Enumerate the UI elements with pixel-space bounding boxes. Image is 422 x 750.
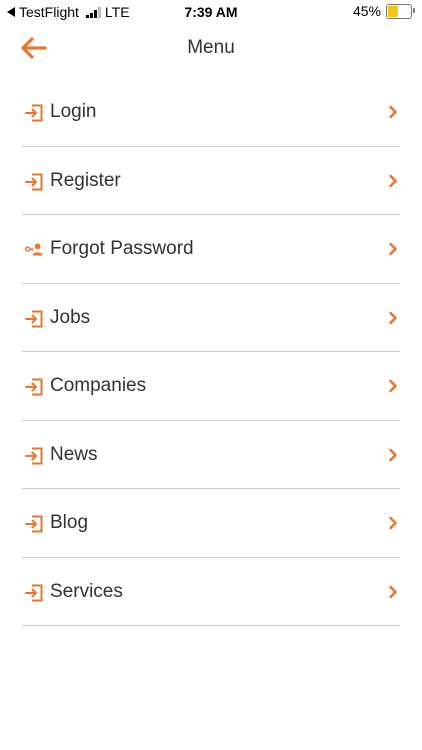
chevron-right-icon: [389, 105, 397, 119]
chevron-right-icon: [389, 585, 397, 598]
sign-in-icon: [25, 378, 43, 396]
sign-in-icon: [25, 104, 43, 122]
menu-item-forgot-password[interactable]: Forgot Password: [22, 215, 400, 284]
menu-item-label: Register: [50, 169, 121, 191]
battery-fill: [388, 5, 398, 17]
user-key-icon: [24, 243, 43, 256]
menu-item-label: Services: [50, 580, 123, 602]
menu-item-label: News: [50, 443, 98, 465]
menu-item-label: Companies: [50, 375, 147, 396]
menu-item-label: Login: [50, 101, 97, 122]
menu-item-jobs[interactable]: Jobs: [22, 284, 400, 352]
menu-item-blog[interactable]: Blog: [22, 489, 400, 558]
menu-item-register[interactable]: Register: [22, 147, 400, 215]
chevron-right-icon: [389, 448, 397, 461]
menu-item-label: Jobs: [50, 306, 91, 328]
chevron-right-icon: [389, 379, 397, 393]
chevron-right-icon: [389, 174, 397, 187]
page-title: Menu: [187, 37, 235, 58]
status-right: 45%: [352, 3, 415, 19]
menu-item-companies[interactable]: Companies: [22, 352, 400, 421]
menu-item-label: Forgot Password: [50, 238, 194, 259]
status-bar: TestFlight LTE 7:39 AM 45%: [0, 0, 422, 24]
battery-percent: 45%: [352, 3, 381, 19]
chevron-right-icon: [389, 311, 397, 324]
sign-in-icon: [25, 310, 43, 327]
sign-in-icon: [25, 584, 43, 601]
menu-list: Login Register Forgot Password Jobs Comp…: [22, 78, 400, 626]
sign-in-icon: [25, 515, 43, 533]
menu-item-login[interactable]: Login: [22, 78, 400, 147]
battery-cap: [413, 7, 415, 13]
sign-in-icon: [25, 447, 43, 464]
sign-in-icon: [25, 173, 43, 190]
menu-item-label: Blog: [50, 512, 89, 533]
menu-item-services[interactable]: Services: [22, 558, 400, 626]
menu-item-news[interactable]: News: [22, 421, 400, 489]
chevron-right-icon: [389, 242, 397, 256]
header: Menu: [0, 28, 422, 68]
chevron-right-icon: [389, 516, 397, 530]
battery-icon: [386, 3, 415, 19]
